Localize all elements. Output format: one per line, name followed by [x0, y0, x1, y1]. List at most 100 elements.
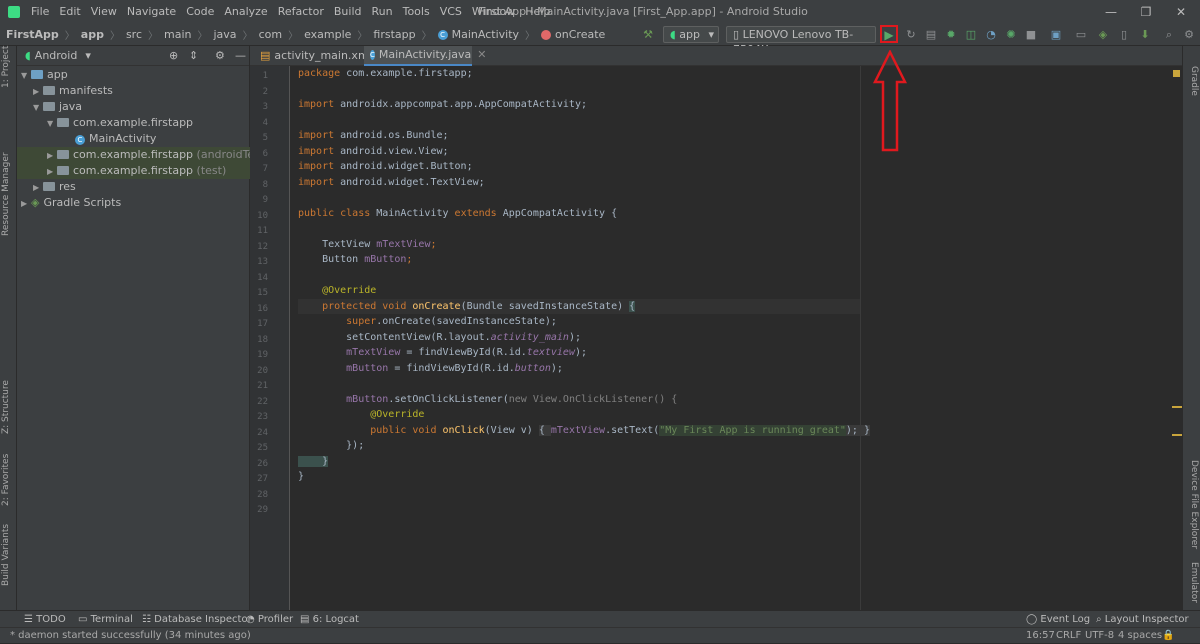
project-view-select[interactable]: Android: [35, 49, 78, 62]
line-separator[interactable]: CRLF: [1056, 628, 1081, 644]
code-line-current: protected void onCreate(Bundle savedInst…: [298, 298, 860, 314]
tab-mainactivity-java[interactable]: C MainActivity.java ✕: [364, 46, 486, 66]
project-tool-tab[interactable]: 1: Project: [1, 46, 11, 88]
project-structure-icon[interactable]: ▣: [1050, 29, 1062, 41]
build-hammer-icon[interactable]: ⚒: [642, 29, 654, 41]
code-line: Button mButton;: [298, 254, 413, 265]
tree-item-app[interactable]: ▼ app: [17, 67, 250, 83]
settings-icon[interactable]: ⚙: [1183, 29, 1195, 41]
menu-run[interactable]: Run: [367, 0, 398, 24]
menu-code[interactable]: Code: [181, 0, 219, 24]
locate-icon[interactable]: ⊕: [169, 49, 178, 62]
left-tool-strip: 1: Project Resource Manager Z: Structure…: [0, 46, 17, 610]
terminal-tool-tab[interactable]: ▭ Terminal: [78, 611, 133, 628]
tree-item-gradle-scripts[interactable]: ▶ ◈ Gradle Scripts: [17, 195, 250, 211]
sdk-manager-icon[interactable]: ⬇: [1139, 29, 1151, 41]
crumb-src[interactable]: src: [120, 28, 142, 41]
attach-debugger-icon[interactable]: ✺: [1005, 29, 1017, 41]
crumb-java[interactable]: java: [208, 28, 237, 41]
avd-manager-icon[interactable]: ▯: [1118, 29, 1130, 41]
gradle-sync-icon[interactable]: ◈: [1097, 29, 1109, 41]
run-config-select[interactable]: ◖ app ▾: [663, 26, 719, 43]
gradle-tool-tab[interactable]: Gradle: [1189, 66, 1199, 96]
tree-item-package[interactable]: ▼ com.example.firstapp: [17, 115, 250, 131]
database-inspector-tool-tab[interactable]: ☷ Database Inspector: [142, 611, 252, 628]
code-editor[interactable]: package com.example.firstapp; import and…: [298, 66, 870, 610]
search-icon[interactable]: ⌕: [1163, 29, 1175, 41]
event-log-tool-tab[interactable]: ◯ Event Log: [1026, 611, 1090, 628]
code-line: }: [298, 471, 305, 482]
line-number: 16: [257, 303, 268, 314]
restore-icon[interactable]: ❐: [1131, 0, 1161, 24]
logcat-tool-tab[interactable]: ▤ 6: Logcat: [300, 611, 359, 628]
tree-item-package-androidtest[interactable]: ▶ com.example.firstapp (androidTest): [17, 147, 269, 163]
resource-manager-tool-tab[interactable]: Resource Manager: [1, 152, 11, 236]
crumb-oncreate[interactable]: onCreate: [535, 28, 605, 41]
device-select[interactable]: ▯ LENOVO Lenovo TB-7504X ▾: [726, 26, 876, 56]
collapsed-arrow-icon: ▶: [21, 199, 28, 208]
warning-marker[interactable]: [1172, 406, 1182, 408]
apply-changes-restart-icon[interactable]: ↻: [905, 29, 917, 41]
indent-setting[interactable]: 4 spaces: [1118, 628, 1162, 644]
emulator-tool-tab[interactable]: Emulator: [1189, 562, 1199, 603]
lock-icon[interactable]: 🔒: [1162, 628, 1174, 644]
todo-tool-tab[interactable]: ☰ TODO: [24, 611, 66, 628]
crumb-project[interactable]: FirstApp: [6, 28, 59, 41]
menu-view[interactable]: View: [86, 0, 122, 24]
collapse-all-icon[interactable]: ⇕: [189, 49, 198, 62]
structure-tool-tab[interactable]: Z: Structure: [1, 380, 11, 434]
gear-icon[interactable]: ⚙: [215, 49, 225, 62]
run-with-coverage-icon[interactable]: ◫: [965, 29, 977, 41]
menu-vcs[interactable]: VCS: [435, 0, 467, 24]
menu-refactor[interactable]: Refactor: [273, 0, 329, 24]
crumb-main[interactable]: main: [158, 28, 191, 41]
collapsed-arrow-icon: ▶: [47, 151, 54, 160]
up-arrow-annotation: [872, 50, 908, 152]
build-variants-tool-tab[interactable]: Build Variants: [1, 524, 11, 586]
status-message[interactable]: * daemon started successfully (34 minute…: [10, 628, 251, 644]
hide-panel-icon[interactable]: —: [235, 49, 246, 62]
caret-position[interactable]: 16:57: [1026, 628, 1055, 644]
device-file-explorer-tool-tab[interactable]: Device File Explorer: [1189, 460, 1199, 549]
layout-icon[interactable]: ▭: [1075, 29, 1087, 41]
layout-inspector-tool-tab[interactable]: ⌕ Layout Inspector: [1096, 611, 1189, 628]
profile-icon[interactable]: ◔: [985, 29, 997, 41]
line-number: 7: [262, 164, 268, 174]
tab-activity-main-xml[interactable]: ▤ activity_main.xml ✕: [254, 46, 387, 66]
debug-icon[interactable]: ✹: [945, 29, 957, 41]
tree-item-mainactivity[interactable]: C MainActivity: [17, 131, 250, 147]
menu-build[interactable]: Build: [329, 0, 367, 24]
close-icon[interactable]: ✕: [1166, 0, 1196, 24]
menu-navigate[interactable]: Navigate: [122, 0, 181, 24]
menu-file[interactable]: File: [26, 0, 54, 24]
tree-item-java[interactable]: ▼ java: [17, 99, 250, 115]
crumb-example[interactable]: example: [298, 28, 351, 41]
tree-item-manifests[interactable]: ▶ manifests: [17, 83, 250, 99]
navigation-bar: FirstApp 〉 app 〉 src 〉 main 〉 java 〉 com 〉 exa…: [0, 24, 1200, 46]
favorites-tool-tab[interactable]: 2: Favorites: [1, 454, 11, 506]
tree-item-package-test[interactable]: ▶ com.example.firstapp (test): [17, 163, 250, 179]
profiler-tool-tab[interactable]: ◔ Profiler: [246, 611, 293, 628]
menu-tools[interactable]: Tools: [398, 0, 435, 24]
tree-item-label: com.example.firstapp: [73, 116, 194, 129]
code-line: TextView mTextView;: [298, 238, 437, 250]
menu-analyze[interactable]: Analyze: [219, 0, 272, 24]
file-encoding[interactable]: UTF-8: [1085, 628, 1114, 644]
chevron-down-icon[interactable]: ▾: [85, 49, 91, 62]
crumb-mainactivity[interactable]: C MainActivity: [432, 28, 519, 41]
minimize-icon[interactable]: —: [1096, 0, 1126, 24]
warning-marker[interactable]: [1172, 434, 1182, 436]
crumb-firstapp[interactable]: firstapp: [367, 28, 415, 41]
crumb-app[interactable]: app: [75, 28, 104, 41]
tree-item-res[interactable]: ▶ res: [17, 179, 250, 195]
stop-icon[interactable]: ■: [1025, 29, 1037, 41]
menu-edit[interactable]: Edit: [54, 0, 85, 24]
crumb-com[interactable]: com: [253, 28, 283, 41]
error-stripe: [1172, 66, 1182, 610]
line-number: 3: [262, 102, 268, 112]
line-number: 9: [262, 195, 268, 205]
code-line: public class MainActivity extends AppCom…: [298, 207, 618, 219]
apply-code-changes-icon[interactable]: ▤: [925, 29, 937, 41]
warning-marker-icon[interactable]: [1173, 70, 1180, 77]
close-tab-icon[interactable]: ✕: [477, 45, 486, 65]
